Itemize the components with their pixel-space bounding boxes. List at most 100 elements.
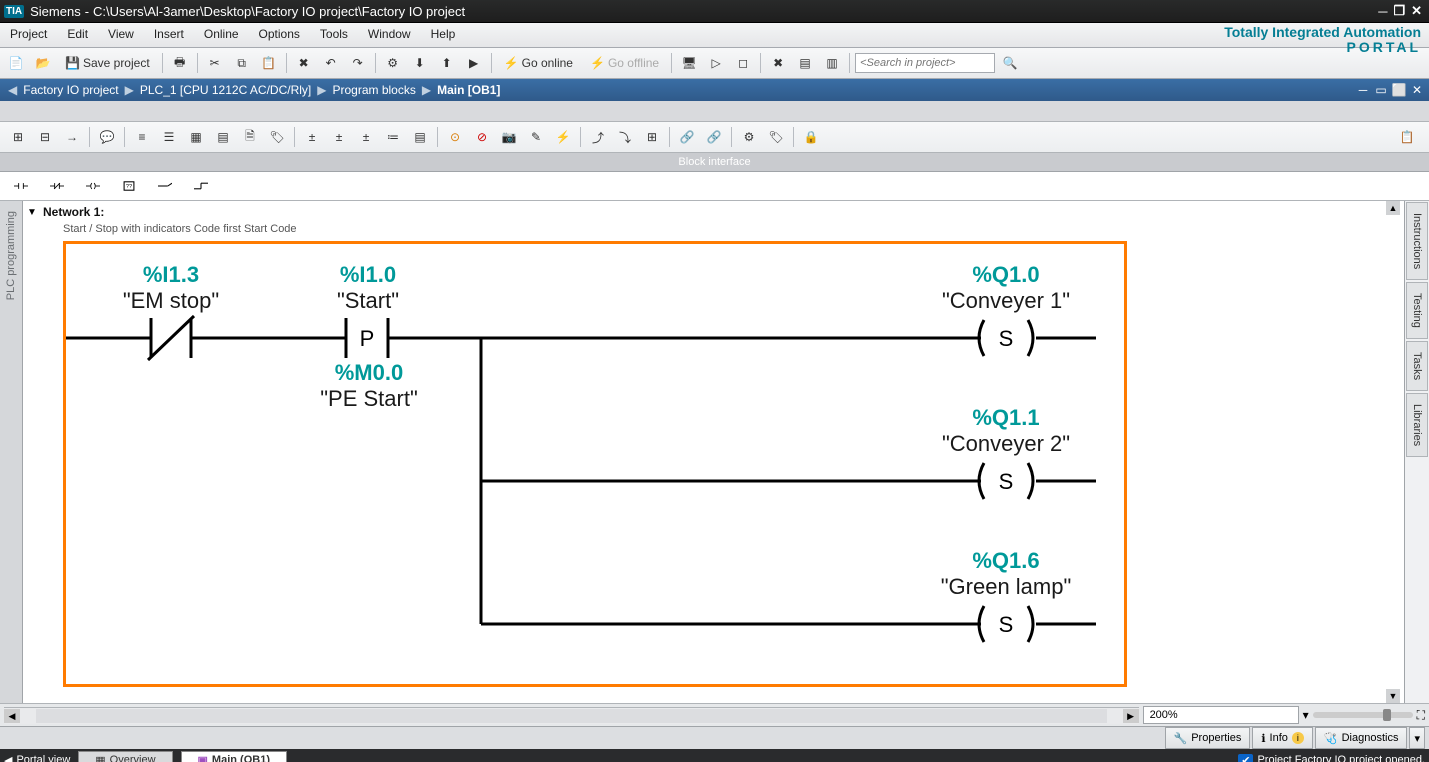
- coil-button[interactable]: [78, 174, 108, 198]
- zoom-input[interactable]: [1143, 706, 1299, 724]
- list-button[interactable]: ▤: [408, 125, 432, 149]
- contact1-address[interactable]: %I1.3: [121, 262, 221, 288]
- zoom-dropdown-icon[interactable]: ▾: [1303, 708, 1309, 722]
- nc-contact-button[interactable]: [42, 174, 72, 198]
- coil1-name[interactable]: "Conveyer 1": [926, 288, 1086, 314]
- coil3-name[interactable]: "Green lamp": [926, 574, 1086, 600]
- modify-button[interactable]: ✎: [524, 125, 548, 149]
- minimize-button[interactable]: ─: [1378, 4, 1387, 19]
- go-online-button[interactable]: ⚡ Go online: [497, 51, 580, 75]
- menu-edit[interactable]: Edit: [57, 23, 98, 47]
- editor-maximize-button[interactable]: ⬜: [1391, 83, 1407, 97]
- menu-online[interactable]: Online: [194, 23, 249, 47]
- close-button[interactable]: ✕: [1411, 3, 1422, 19]
- font-button[interactable]: 🗎: [238, 125, 262, 149]
- menu-help[interactable]: Help: [421, 23, 466, 47]
- redo-button[interactable]: ↷: [346, 51, 370, 75]
- hscroll-left-icon[interactable]: ◀: [4, 709, 20, 723]
- open-branch-button[interactable]: ⤴: [586, 125, 610, 149]
- menu-tools[interactable]: Tools: [310, 23, 358, 47]
- ladder-diagram[interactable]: P S S S %I1.3 "EM stop" %I1.0 "Start" %M…: [63, 241, 1127, 687]
- hscroll-right-icon[interactable]: ▶: [1123, 709, 1139, 723]
- project-search-input[interactable]: [855, 53, 995, 73]
- inspector-collapse-button[interactable]: ▾: [1409, 727, 1425, 749]
- snapshot-button[interactable]: 📷: [497, 125, 521, 149]
- open-project-button[interactable]: 📂: [31, 51, 55, 75]
- menu-project[interactable]: Project: [0, 23, 57, 47]
- go-offline-button[interactable]: ⚡ Go offline: [583, 51, 666, 75]
- diagnostics-tab[interactable]: 🩺Diagnostics: [1315, 727, 1408, 749]
- structure-button[interactable]: ⊞: [640, 125, 664, 149]
- goto-button[interactable]: →: [60, 125, 84, 149]
- crumb-plc[interactable]: PLC_1 [CPU 1212C AC/DC/Rly]: [140, 83, 311, 97]
- copy-button[interactable]: ⧉: [230, 51, 254, 75]
- print-button[interactable]: 🖶: [168, 51, 192, 75]
- tag-button[interactable]: 🏷: [265, 125, 289, 149]
- portal-view-button[interactable]: ◀ Portal view: [4, 754, 70, 762]
- search-button[interactable]: 🔍: [998, 51, 1022, 75]
- stop-cpu-button[interactable]: ◻: [731, 51, 755, 75]
- start-cpu-button[interactable]: ▷: [704, 51, 728, 75]
- scroll-down-icon[interactable]: ▼: [1386, 689, 1400, 703]
- crumb-blocks[interactable]: Program blocks: [332, 83, 415, 97]
- force-button[interactable]: ⚡: [551, 125, 575, 149]
- editor-float-button[interactable]: ▭: [1373, 83, 1389, 97]
- tab-libraries[interactable]: Libraries: [1406, 393, 1428, 457]
- contact2-name[interactable]: "Start": [318, 288, 418, 314]
- lock-button[interactable]: 🔒: [799, 125, 823, 149]
- expand-button[interactable]: ▦: [184, 125, 208, 149]
- info-tab[interactable]: ℹInfoi: [1252, 727, 1313, 749]
- network-header[interactable]: ▼ Network 1:: [23, 201, 1404, 221]
- tab-instructions[interactable]: Instructions: [1406, 202, 1428, 280]
- absolute-button[interactable]: ≡: [130, 125, 154, 149]
- call-structure-button[interactable]: 🔗: [675, 125, 699, 149]
- stop-monitor-button[interactable]: ⊘: [470, 125, 494, 149]
- format-button[interactable]: ±: [300, 125, 324, 149]
- comment-button[interactable]: 💬: [95, 125, 119, 149]
- dependency-button[interactable]: 🔗: [702, 125, 726, 149]
- editor-close-button[interactable]: ✕: [1409, 83, 1425, 97]
- split-v-button[interactable]: ▥: [820, 51, 844, 75]
- block-interface-bar[interactable]: Block interface: [0, 153, 1429, 172]
- left-panel-tab[interactable]: PLC programming: [0, 201, 23, 703]
- collapse-triangle-icon[interactable]: ▼: [27, 207, 37, 218]
- tab-testing[interactable]: Testing: [1406, 282, 1428, 339]
- memory-address[interactable]: %M0.0: [314, 360, 424, 386]
- compile-button[interactable]: ⚙: [381, 51, 405, 75]
- menu-insert[interactable]: Insert: [144, 23, 194, 47]
- zoom-fit-button[interactable]: ⛶: [1417, 708, 1425, 723]
- settings-button[interactable]: ⚙: [737, 125, 761, 149]
- no-contact-button[interactable]: [6, 174, 36, 198]
- restore-button[interactable]: ❐: [1393, 3, 1405, 19]
- toggle-button[interactable]: ≔: [381, 125, 405, 149]
- undo-button[interactable]: ↶: [319, 51, 343, 75]
- scroll-up-icon[interactable]: ▲: [1386, 201, 1400, 215]
- crumb-main[interactable]: Main [OB1]: [437, 83, 500, 97]
- delete-button[interactable]: ✖: [292, 51, 316, 75]
- split-h-button[interactable]: ▤: [793, 51, 817, 75]
- tab-overview[interactable]: ▦ Overview: [78, 751, 172, 762]
- tab-tasks[interactable]: Tasks: [1406, 341, 1428, 391]
- cross-ref-button[interactable]: ✖: [766, 51, 790, 75]
- memory-name[interactable]: "PE Start": [314, 386, 424, 412]
- coil2-name[interactable]: "Conveyer 2": [926, 431, 1086, 457]
- properties-tab[interactable]: 🔧Properties: [1165, 727, 1251, 749]
- box-button[interactable]: ??: [114, 174, 144, 198]
- new-project-button[interactable]: 📄: [4, 51, 28, 75]
- download-button[interactable]: ⬇: [408, 51, 432, 75]
- menu-view[interactable]: View: [98, 23, 144, 47]
- nav-back-icon[interactable]: ◀: [8, 83, 17, 97]
- save-project-button[interactable]: 💾 Save project: [58, 51, 157, 75]
- branch-button[interactable]: [150, 174, 180, 198]
- monitor-button[interactable]: ⊙: [443, 125, 467, 149]
- symbolic-button[interactable]: ☰: [157, 125, 181, 149]
- editor-viewport[interactable]: ▼ Network 1: Start / Stop with indicator…: [23, 201, 1404, 703]
- plc-programming-tab[interactable]: PLC programming: [5, 211, 17, 300]
- accessible-devices-button[interactable]: 🖥: [677, 51, 701, 75]
- cut-button[interactable]: ✂: [203, 51, 227, 75]
- tab-main-ob1[interactable]: ▣ Main (OB1): [181, 751, 287, 762]
- format3-button[interactable]: ±: [354, 125, 378, 149]
- crumb-project[interactable]: Factory IO project: [23, 83, 118, 97]
- collapse-button[interactable]: ▤: [211, 125, 235, 149]
- format2-button[interactable]: ±: [327, 125, 351, 149]
